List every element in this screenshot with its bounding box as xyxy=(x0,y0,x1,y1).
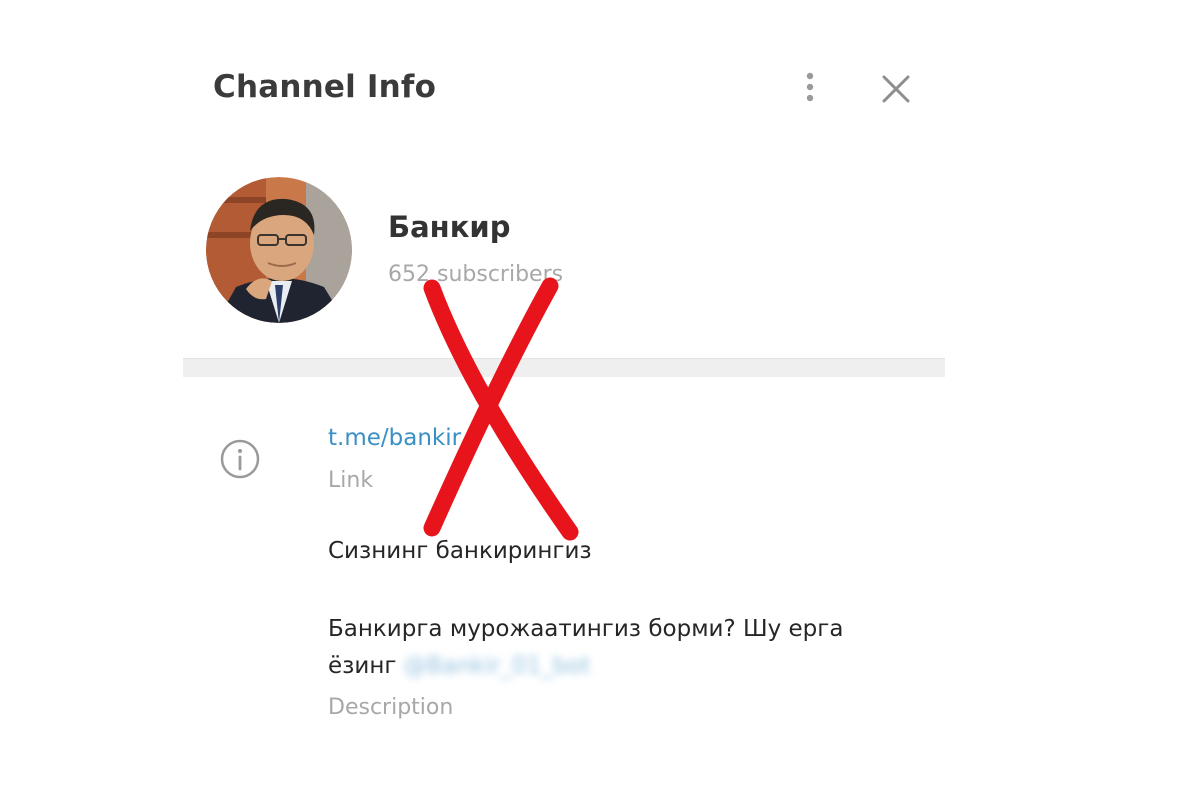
link-caption: Link xyxy=(328,468,374,493)
panel-title: Channel Info xyxy=(213,69,437,105)
close-icon[interactable] xyxy=(879,72,913,106)
more-vertical-icon[interactable] xyxy=(795,68,825,108)
bot-mention-link[interactable]: @Bankir_01_bot xyxy=(404,653,591,679)
description-caption: Description xyxy=(328,695,454,720)
description-line: Банкирга мурожаатингиз борми? Шу ерга xyxy=(328,616,844,642)
screenshot-canvas: Channel Info Банкир 652 subscribers t.me… xyxy=(0,0,1200,800)
description-line: Сизнинг банкирингиз xyxy=(328,538,592,564)
description-text: ёзинг xyxy=(328,653,404,679)
channel-name: Банкир xyxy=(388,210,511,244)
channel-avatar[interactable] xyxy=(206,177,352,323)
channel-link[interactable]: t.me/bankir xyxy=(328,425,461,451)
info-icon xyxy=(219,438,261,480)
section-divider xyxy=(183,358,945,377)
subscriber-count: 652 subscribers xyxy=(388,262,564,287)
channel-info-panel: Channel Info Банкир 652 subscribers t.me… xyxy=(183,40,945,760)
description-line: ёзинг @Bankir_01_bot xyxy=(328,653,590,679)
